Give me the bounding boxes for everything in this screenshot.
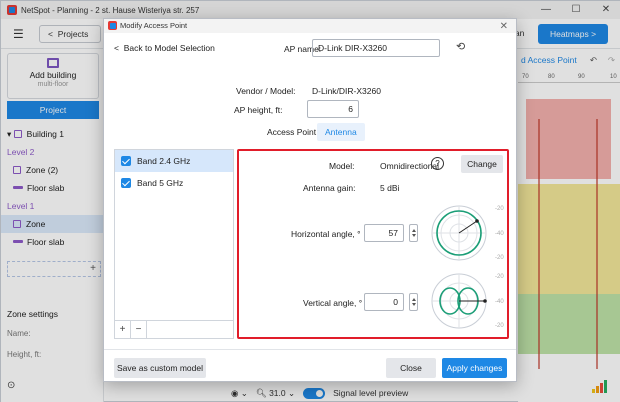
antenna-model-label: Model: — [329, 161, 355, 171]
help-icon[interactable]: ? — [431, 157, 444, 170]
close-button[interactable]: Close — [386, 358, 436, 378]
tab-access-point[interactable]: Access Point — [267, 127, 316, 137]
band-label: Band 5 GHz — [137, 178, 184, 188]
horizontal-polar-chart — [431, 205, 487, 261]
band-label: Band 2.4 GHz — [137, 156, 191, 166]
vendor-model-value: D-Link/DIR-X3260 — [312, 86, 381, 96]
band-item-2-4ghz[interactable]: Band 2.4 GHz — [115, 150, 233, 172]
vendor-model-label: Vendor / Model: — [236, 86, 296, 96]
vertical-angle-input[interactable]: 0 — [364, 293, 404, 311]
antenna-gain-value: 5 dBi — [380, 183, 400, 193]
band-item-5ghz[interactable]: Band 5 GHz — [115, 172, 233, 194]
polar-scale-label: -40 — [495, 299, 504, 305]
vertical-angle-stepper[interactable] — [409, 293, 418, 311]
polar-scale-label: -20 — [495, 255, 504, 261]
modify-access-point-dialog: Modify Access Point ✕ < Back to Model Se… — [103, 18, 517, 382]
polar-scale-label: -20 — [495, 323, 504, 329]
band-checkbox[interactable] — [121, 156, 131, 166]
remove-band-button[interactable]: − — [131, 321, 147, 338]
netspot-logo-icon — [108, 21, 117, 30]
add-band-button[interactable]: + — [115, 321, 131, 338]
polar-scale-label: -20 — [495, 274, 504, 280]
vertical-angle-label: Vertical angle, ° — [303, 298, 363, 308]
chevron-left-icon: < — [114, 43, 119, 53]
band-list: Band 2.4 GHz Band 5 GHz + − — [114, 149, 234, 339]
ap-height-label: AP height, ft: — [234, 105, 283, 115]
back-to-model-selection-button[interactable]: < Back to Model Selection — [114, 43, 215, 53]
antenna-gain-label: Antenna gain: — [303, 183, 356, 193]
vertical-polar-chart — [431, 273, 487, 329]
polar-scale-label: -20 — [495, 206, 504, 212]
ap-name-input[interactable]: D-Link DIR-X3260 — [312, 39, 440, 57]
dialog-footer: Save as custom model Close Apply changes — [104, 349, 516, 381]
dialog-titlebar: Modify Access Point ✕ — [104, 19, 516, 33]
horizontal-angle-input[interactable]: 57 — [364, 224, 404, 242]
polar-scale-label: -40 — [495, 231, 504, 237]
reset-icon[interactable]: ⟲ — [456, 40, 465, 53]
band-list-controls: + − — [115, 320, 233, 338]
apply-changes-button[interactable]: Apply changes — [442, 358, 507, 378]
horizontal-angle-stepper[interactable] — [409, 224, 418, 242]
change-antenna-button[interactable]: Change — [461, 155, 503, 173]
ap-height-input[interactable]: 6 — [307, 100, 359, 118]
back-label: Back to Model Selection — [123, 43, 215, 53]
horizontal-angle-label: Horizontal angle, ° — [291, 229, 361, 239]
tab-antenna[interactable]: Antenna — [317, 123, 365, 141]
band-checkbox[interactable] — [121, 178, 131, 188]
dialog-title: Modify Access Point — [120, 21, 188, 30]
dialog-close-button[interactable]: ✕ — [500, 20, 508, 34]
save-as-custom-model-button[interactable]: Save as custom model — [114, 358, 206, 378]
antenna-settings-panel: Model: Omnidirectional ? Change Antenna … — [237, 149, 509, 339]
